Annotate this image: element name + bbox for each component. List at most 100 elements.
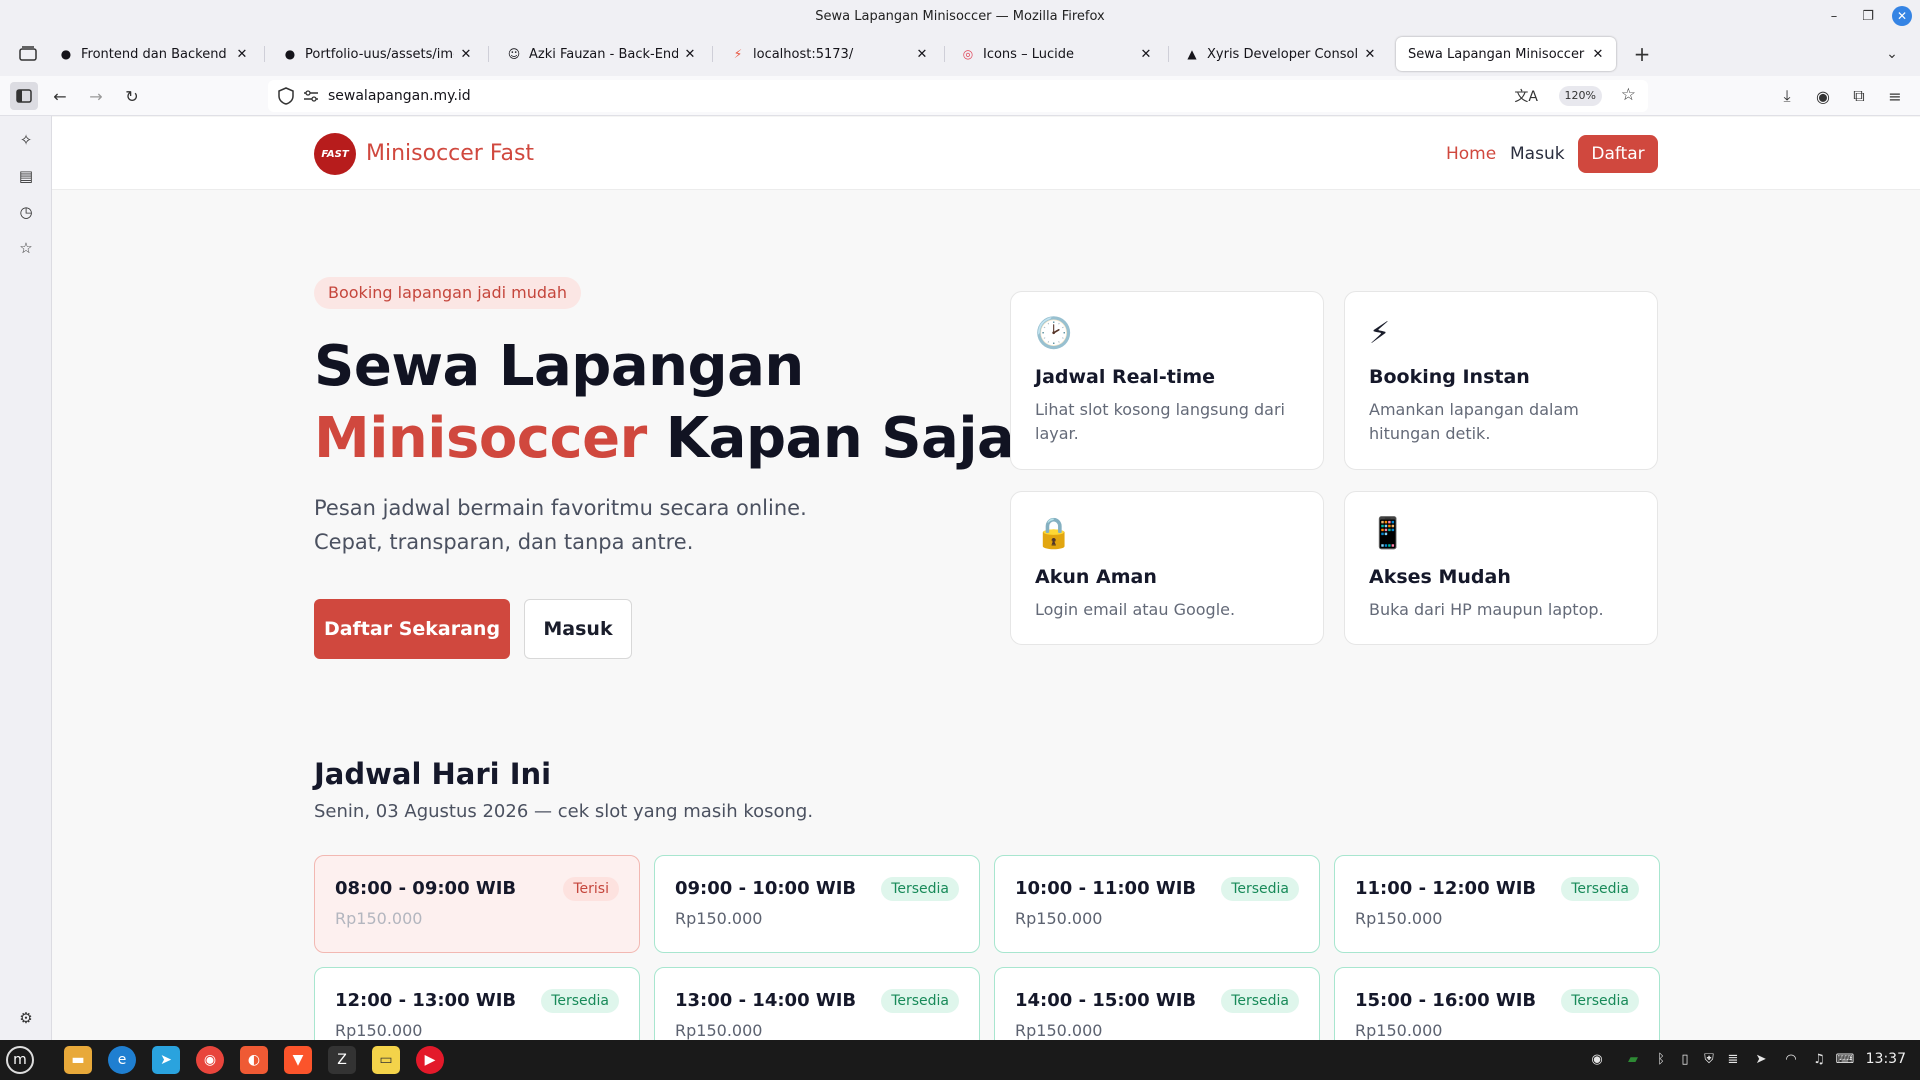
synced-tabs-icon[interactable]: ▤ xyxy=(14,164,38,188)
tab-separator xyxy=(944,46,945,62)
mobile-phone-icon: 📱 xyxy=(1369,516,1407,551)
close-tab-icon[interactable]: ✕ xyxy=(1138,47,1154,62)
schedule-title: Jadwal Hari Ini xyxy=(314,757,552,791)
system-clock[interactable]: 13:37 xyxy=(1866,1051,1906,1067)
tab-separator xyxy=(712,46,713,62)
wifi-icon[interactable]: ◠ xyxy=(1782,1050,1800,1068)
sidebar-toggle-icon[interactable] xyxy=(10,82,38,110)
tab-azki-fauzan[interactable]: ☺ Azki Fauzan - Back-End Deve ✕ xyxy=(496,37,708,71)
downloads-icon[interactable]: ⤓ xyxy=(1773,82,1801,110)
feature-description: Buka dari HP maupun laptop. xyxy=(1369,600,1604,619)
login-button[interactable]: Masuk xyxy=(524,599,632,659)
web-page: FAST Minisoccer Fast Home Masuk Daftar B… xyxy=(52,117,1920,1040)
tab-frontend-backend[interactable]: ● Frontend dan Backend Lokal ✕ xyxy=(48,37,260,71)
bookmark-star-icon[interactable]: ☆ xyxy=(1621,85,1636,105)
hero-badge: Booking lapangan jadi mudah xyxy=(314,277,581,309)
tab-label: Frontend dan Backend Lokal xyxy=(81,46,230,62)
text-editor-icon[interactable]: Z xyxy=(328,1046,356,1074)
chrome-tray-icon[interactable]: ◉ xyxy=(1588,1050,1606,1068)
schedule-slot[interactable]: 15:00 - 16:00 WIB Rp150.000 Tersedia xyxy=(1334,967,1660,1040)
maximize-icon[interactable]: ❐ xyxy=(1858,6,1878,26)
url-text: sewalapangan.my.id xyxy=(328,88,471,104)
window-titlebar: Sewa Lapangan Minisoccer — Mozilla Firef… xyxy=(0,0,1920,32)
github-icon: ● xyxy=(284,47,296,61)
permissions-icon[interactable] xyxy=(302,88,320,104)
keyboard-layout-icon[interactable]: ⌨ xyxy=(1836,1050,1855,1068)
close-tab-icon[interactable]: ✕ xyxy=(682,47,698,62)
account-icon[interactable]: ◉ xyxy=(1809,82,1837,110)
address-bar[interactable]: sewalapangan.my.id 文A 120% ☆ xyxy=(268,80,1648,112)
bookmarks-icon[interactable]: ☆ xyxy=(14,236,38,260)
person-icon: ☺ xyxy=(507,47,521,61)
schedule-slot[interactable]: 13:00 - 14:00 WIB Rp150.000 Tersedia xyxy=(654,967,980,1040)
slot-price: Rp150.000 xyxy=(675,1021,763,1040)
schedule-slot[interactable]: 10:00 - 11:00 WIB Rp150.000 Tersedia xyxy=(994,855,1320,953)
volume-icon[interactable]: ♫ xyxy=(1810,1050,1828,1068)
file-manager-icon[interactable]: ▬ xyxy=(64,1046,92,1074)
shield-icon[interactable] xyxy=(276,86,296,106)
slot-price: Rp150.000 xyxy=(1355,909,1443,928)
new-tab-icon[interactable]: + xyxy=(1628,40,1656,68)
telegram-icon[interactable]: ➤ xyxy=(152,1046,180,1074)
schedule-slot[interactable]: 08:00 - 09:00 WIB Rp150.000 Terisi xyxy=(314,855,640,953)
tab-overview-icon[interactable] xyxy=(18,45,38,63)
sticky-notes-icon[interactable]: ▭ xyxy=(372,1046,400,1074)
site-logo[interactable]: FAST xyxy=(314,133,356,175)
firefox-icon[interactable]: ◐ xyxy=(240,1046,268,1074)
minimize-icon[interactable]: – xyxy=(1824,6,1844,26)
close-tab-icon[interactable]: ✕ xyxy=(1362,47,1378,62)
tab-label: Sewa Lapangan Minisoccer xyxy=(1408,46,1585,62)
zoom-level[interactable]: 120% xyxy=(1558,86,1602,106)
extensions-icon[interactable]: ⧉ xyxy=(1845,82,1873,110)
schedule-slot[interactable]: 09:00 - 10:00 WIB Rp150.000 Tersedia xyxy=(654,855,980,953)
status-badge: Tersedia xyxy=(881,989,959,1013)
nav-home-link[interactable]: Home xyxy=(1446,144,1496,164)
slot-price: Rp150.000 xyxy=(1015,909,1103,928)
start-menu-icon[interactable]: m xyxy=(6,1046,34,1074)
nav-register-button[interactable]: Daftar xyxy=(1578,135,1658,173)
chevron-down-icon[interactable]: ⌄ xyxy=(1878,40,1906,68)
shield-tray-icon[interactable]: ⛨ xyxy=(1700,1050,1718,1068)
close-window-icon[interactable]: ✕ xyxy=(1892,6,1912,26)
schedule-slot[interactable]: 11:00 - 12:00 WIB Rp150.000 Tersedia xyxy=(1334,855,1660,953)
tab-portfolio[interactable]: ● Portfolio-uus/assets/img/pr ✕ xyxy=(272,37,484,71)
tab-sewa-lapangan[interactable]: Sewa Lapangan Minisoccer ✕ xyxy=(1396,37,1616,71)
ai-chat-icon[interactable]: ✧ xyxy=(14,128,38,152)
close-tab-icon[interactable]: ✕ xyxy=(1590,47,1606,62)
reload-icon[interactable]: ↻ xyxy=(118,82,146,110)
nvidia-icon[interactable]: ▰ xyxy=(1624,1050,1642,1068)
schedule-slot[interactable]: 14:00 - 15:00 WIB Rp150.000 Tersedia xyxy=(994,967,1320,1040)
notes-tray-icon[interactable]: ≣ xyxy=(1724,1050,1742,1068)
translate-icon[interactable]: 文A xyxy=(1514,86,1538,106)
status-badge: Tersedia xyxy=(881,877,959,901)
tab-localhost[interactable]: ⚡ localhost:5173/ ✕ xyxy=(720,37,940,71)
history-icon[interactable]: ◷ xyxy=(14,200,38,224)
edge-browser-icon[interactable]: e xyxy=(108,1046,136,1074)
register-now-button[interactable]: Daftar Sekarang xyxy=(314,599,510,659)
brand-name[interactable]: Minisoccer Fast xyxy=(366,141,534,166)
schedule-slot[interactable]: 12:00 - 13:00 WIB Rp150.000 Tersedia xyxy=(314,967,640,1040)
hero-subtitle: Pesan jadwal bermain favoritmu secara on… xyxy=(314,496,807,554)
nav-login-link[interactable]: Masuk xyxy=(1510,144,1565,164)
back-icon[interactable]: ← xyxy=(46,82,74,110)
bluetooth-icon[interactable]: ᛒ xyxy=(1652,1050,1670,1068)
tab-lucide[interactable]: ◎ Icons – Lucide ✕ xyxy=(950,37,1164,71)
close-tab-icon[interactable]: ✕ xyxy=(458,47,474,62)
slot-price: Rp150.000 xyxy=(1015,1021,1103,1040)
tab-xyris[interactable]: ▲ Xyris Developer Console ✕ xyxy=(1174,37,1388,71)
status-badge: Tersedia xyxy=(1221,989,1299,1013)
menu-icon[interactable]: ≡ xyxy=(1881,82,1909,110)
forward-icon[interactable]: → xyxy=(82,82,110,110)
status-badge: Tersedia xyxy=(1561,989,1639,1013)
close-tab-icon[interactable]: ✕ xyxy=(234,47,250,62)
telegram-tray-icon[interactable]: ➤ xyxy=(1752,1050,1770,1068)
sidebar-settings-icon[interactable]: ⚙ xyxy=(14,1006,38,1030)
navigation-toolbar: ← → ↻ sewalapangan.my.id 文A 120% ☆ ⤓ ◉ ⧉… xyxy=(0,76,1920,116)
brave-browser-icon[interactable]: ▼ xyxy=(284,1046,312,1074)
clipboard-icon[interactable]: ▯ xyxy=(1676,1050,1694,1068)
status-badge: Tersedia xyxy=(1561,877,1639,901)
media-player-icon[interactable]: ▶ xyxy=(416,1046,444,1074)
chrome-icon[interactable]: ◉ xyxy=(196,1046,224,1074)
hero-title-line1: Sewa Lapangan xyxy=(314,334,804,399)
close-tab-icon[interactable]: ✕ xyxy=(914,47,930,62)
